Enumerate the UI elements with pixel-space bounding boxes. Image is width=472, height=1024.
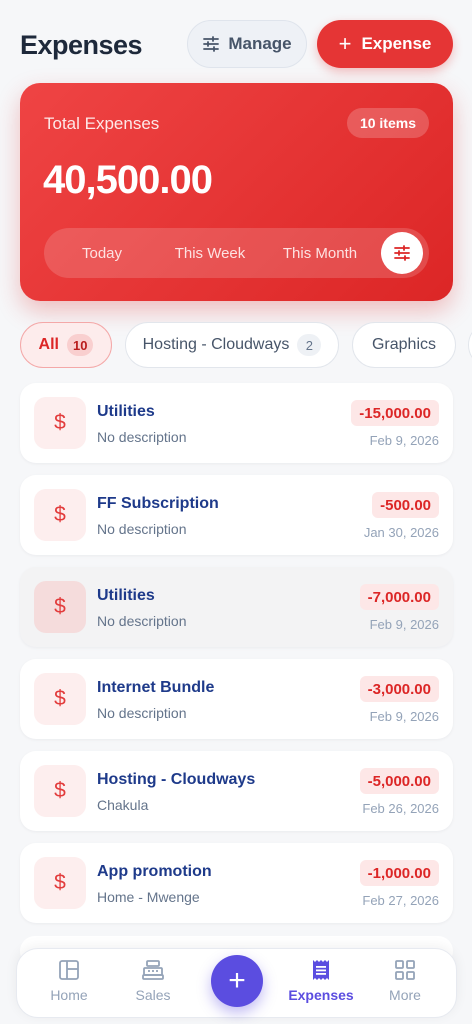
bottom-navigation: Home Sales + Expenses More [16,948,457,1018]
dollar-icon: $ [34,857,86,909]
chip-label: All [38,336,59,353]
expense-description: No description [97,613,187,629]
expense-title: Utilities [97,403,155,420]
nav-expenses[interactable]: Expenses [281,959,361,1013]
expense-title: FF Subscription [97,495,219,512]
page-title: Expenses [20,29,143,60]
dollar-icon: $ [34,765,86,817]
expense-date: Feb 9, 2026 [369,433,439,448]
category-chip-all[interactable]: All 10 [20,322,112,368]
nav-sales[interactable]: Sales [113,959,193,1013]
expense-description: No description [97,705,187,721]
grid-icon [395,960,415,980]
expense-row[interactable]: $ App promotion Home - Mwenge -1,000.00 … [20,843,453,923]
chip-count: 2 [297,334,322,356]
expense-row[interactable]: $ Utilities No description -7,000.00 Feb… [20,567,453,647]
cash-register-icon [142,960,164,980]
expense-date: Feb 27, 2026 [362,893,439,908]
expense-amount: -500.00 [372,492,439,518]
expense-date: Feb 9, 2026 [369,617,439,632]
expense-amount: -5,000.00 [359,768,439,794]
expense-date: Jan 30, 2026 [363,525,439,540]
expense-title: Utilities [97,587,155,604]
expense-amount: -1,000.00 [359,860,439,886]
nav-more[interactable]: More [365,959,445,1013]
dollar-icon: $ [34,673,86,725]
nav-expenses-label: Expenses [288,987,354,1003]
chip-label: Graphics [371,336,437,353]
expense-description: Home - Mwenge [97,889,200,905]
add-fab-button[interactable]: + [211,955,263,1007]
expense-amount: -7,000.00 [359,584,439,610]
sliders-icon [394,245,410,261]
category-filter-row: All 10 Hosting - Cloudways 2 Graphics [0,322,472,368]
expense-date: Feb 26, 2026 [362,801,439,816]
category-chip-hosting-cloudways[interactable]: Hosting - Cloudways 2 [125,322,339,368]
period-this-month[interactable]: This Month [270,228,370,278]
category-chip-graphics[interactable]: Graphics [352,322,456,368]
plus-icon: + [338,31,352,56]
total-expenses-card: Total Expenses 10 items 40,500.00 Today … [20,83,453,301]
layout-icon [59,960,79,980]
dollar-icon: $ [34,397,86,449]
period-today[interactable]: Today [52,228,152,278]
period-filter-button[interactable] [381,232,423,274]
total-expenses-label: Total Expenses [44,114,160,133]
add-expense-button[interactable]: + Expense [317,20,453,68]
expense-title: Internet Bundle [97,679,215,696]
dollar-icon: $ [34,581,86,633]
period-selector: Today This Week This Month [44,228,429,278]
expense-title: App promotion [97,863,212,880]
chip-count: 10 [66,334,94,356]
expense-title: Hosting - Cloudways [97,771,256,788]
manage-button[interactable]: Manage [187,20,307,68]
receipt-icon [313,960,329,980]
expense-row[interactable]: $ Hosting - Cloudways Chakula -5,000.00 … [20,751,453,831]
expense-row[interactable]: $ FF Subscription No description -500.00… [20,475,453,555]
period-this-week[interactable]: This Week [160,228,260,278]
expense-row[interactable]: $ Internet Bundle No description -3,000.… [20,659,453,739]
category-chip-more[interactable] [468,322,472,368]
add-expense-label: Expense [361,34,432,53]
nav-more-label: More [389,987,421,1003]
expense-description: No description [97,429,187,445]
chip-label: Hosting - Cloudways [142,336,290,353]
total-expenses-amount: 40,500.00 [43,158,213,202]
manage-label: Manage [228,34,292,53]
expense-amount: -3,000.00 [359,676,439,702]
nav-home-label: Home [50,987,88,1003]
expense-date: Feb 9, 2026 [369,709,439,724]
nav-home[interactable]: Home [29,959,109,1013]
expense-amount: -15,000.00 [351,400,439,426]
dollar-icon: $ [34,489,86,541]
sliders-icon [203,36,220,52]
items-count-badge: 10 items [346,108,429,138]
expense-description: Chakula [97,797,149,813]
expense-row[interactable]: $ Utilities No description -15,000.00 Fe… [20,383,453,463]
nav-sales-label: Sales [135,987,171,1003]
expense-description: No description [97,521,187,537]
